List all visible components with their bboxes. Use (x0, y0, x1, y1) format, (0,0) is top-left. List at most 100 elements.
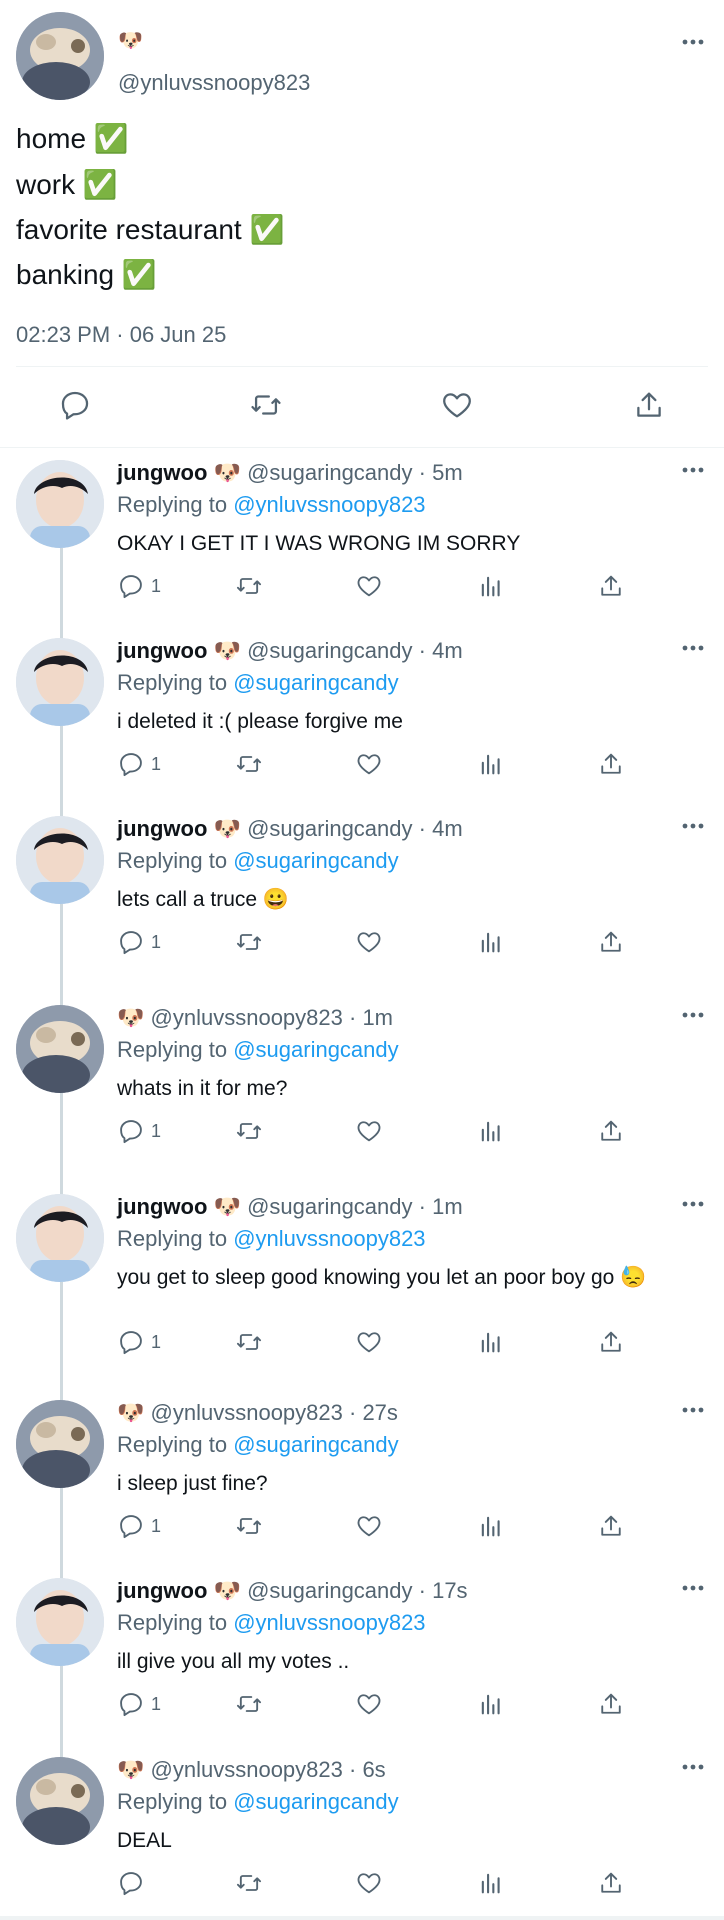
more-options-button[interactable] (678, 32, 708, 52)
share-button[interactable] (597, 928, 625, 956)
reply-button[interactable]: 1 (117, 572, 161, 600)
more-options-button[interactable] (678, 816, 708, 836)
views-button[interactable] (477, 750, 505, 778)
retweet-button[interactable] (235, 928, 263, 956)
share-button[interactable] (632, 388, 666, 427)
reply-button[interactable] (117, 1869, 151, 1897)
time[interactable]: · 5m (419, 460, 463, 485)
like-button[interactable] (355, 1690, 383, 1718)
more-options-button[interactable] (678, 638, 708, 658)
replying-to-link[interactable]: @sugaringcandy (233, 670, 398, 695)
avatar[interactable] (16, 816, 104, 904)
replying-to-link[interactable]: @sugaringcandy (233, 1037, 398, 1062)
reply-button[interactable]: 1 (117, 1328, 161, 1356)
handle[interactable]: @sugaringcandy (247, 1194, 412, 1219)
more-options-button[interactable] (678, 1578, 708, 1598)
handle[interactable]: @sugaringcandy (247, 816, 412, 841)
retweet-button[interactable] (248, 388, 284, 427)
share-button[interactable] (597, 750, 625, 778)
more-options-button[interactable] (678, 1194, 708, 1214)
time[interactable]: · 1m (419, 1194, 463, 1219)
handle[interactable]: @ynluvssnoopy823 (151, 1400, 343, 1425)
share-button[interactable] (597, 1117, 625, 1145)
views-button[interactable] (477, 572, 505, 600)
share-button[interactable] (597, 1869, 625, 1897)
reply-button[interactable]: 1 (117, 750, 161, 778)
share-button[interactable] (597, 1690, 625, 1718)
like-button[interactable] (355, 928, 383, 956)
time[interactable]: · 17s (419, 1578, 468, 1603)
time[interactable]: · 4m (419, 638, 463, 663)
retweet-button[interactable] (235, 1690, 263, 1718)
replying-to-link[interactable]: @ynluvssnoopy823 (233, 1610, 425, 1635)
display-name[interactable]: jungwoo (117, 460, 207, 485)
display-name[interactable]: jungwoo (117, 638, 207, 663)
reply-button[interactable]: 1 (117, 928, 161, 956)
retweet-button[interactable] (235, 572, 263, 600)
time[interactable]: · 1m (349, 1005, 393, 1030)
reply-tweet[interactable]: 🐶 @ynluvssnoopy823 · 27s Replying to @sug… (0, 1400, 724, 1552)
avatar[interactable] (16, 1578, 104, 1666)
avatar[interactable] (16, 1194, 104, 1282)
replying-to-link[interactable]: @ynluvssnoopy823 (233, 492, 425, 517)
handle[interactable]: @sugaringcandy (247, 1578, 412, 1603)
reply-button[interactable]: 1 (117, 1690, 161, 1718)
main-handle[interactable]: @ynluvssnoopy823 (118, 70, 310, 96)
avatar[interactable] (16, 1005, 104, 1093)
time[interactable]: · 4m (419, 816, 463, 841)
retweet-button[interactable] (235, 1512, 263, 1540)
reply-tweet[interactable]: 🐶 @ynluvssnoopy823 · 6s Replying to @suga… (0, 1757, 724, 1909)
time[interactable]: · 6s (349, 1757, 386, 1782)
more-options-button[interactable] (678, 1757, 708, 1777)
avatar[interactable] (16, 1757, 104, 1845)
like-button[interactable] (355, 1117, 383, 1145)
display-name[interactable]: jungwoo (117, 816, 207, 841)
views-button[interactable] (477, 1328, 505, 1356)
share-button[interactable] (597, 572, 625, 600)
retweet-button[interactable] (235, 750, 263, 778)
timestamp[interactable]: 02:23 PM · 06 Jun 25 (16, 322, 226, 348)
views-button[interactable] (477, 1690, 505, 1718)
more-options-button[interactable] (678, 1400, 708, 1420)
retweet-button[interactable] (235, 1117, 263, 1145)
replying-to-link[interactable]: @sugaringcandy (233, 1432, 398, 1457)
views-button[interactable] (477, 1512, 505, 1540)
like-button[interactable] (440, 388, 474, 427)
display-name[interactable]: jungwoo (117, 1194, 207, 1219)
like-button[interactable] (355, 1869, 383, 1897)
avatar[interactable] (16, 460, 104, 548)
like-button[interactable] (355, 1512, 383, 1540)
handle[interactable]: @ynluvssnoopy823 (151, 1005, 343, 1030)
reply-tweet[interactable]: jungwoo 🐶 @sugaringcandy · 1m Replying to… (0, 1194, 724, 1368)
more-options-button[interactable] (678, 460, 708, 480)
avatar[interactable] (16, 12, 104, 100)
reply-tweet[interactable]: jungwoo 🐶 @sugaringcandy · 5m Replying to… (0, 460, 724, 612)
reply-tweet[interactable]: 🐶 @ynluvssnoopy823 · 1m Replying to @suga… (0, 1005, 724, 1157)
reply-tweet[interactable]: jungwoo 🐶 @sugaringcandy · 4m Replying to… (0, 816, 724, 968)
time[interactable]: · 27s (349, 1400, 398, 1425)
share-button[interactable] (597, 1512, 625, 1540)
reply-tweet[interactable]: jungwoo 🐶 @sugaringcandy · 17s Replying t… (0, 1578, 724, 1730)
retweet-button[interactable] (235, 1869, 263, 1897)
retweet-button[interactable] (235, 1328, 263, 1356)
replying-to-link[interactable]: @sugaringcandy (233, 848, 398, 873)
reply-button[interactable] (58, 388, 92, 427)
replying-to-link[interactable]: @sugaringcandy (233, 1789, 398, 1814)
handle[interactable]: @ynluvssnoopy823 (151, 1757, 343, 1782)
views-button[interactable] (477, 928, 505, 956)
share-button[interactable] (597, 1328, 625, 1356)
views-button[interactable] (477, 1117, 505, 1145)
views-button[interactable] (477, 1869, 505, 1897)
display-name[interactable]: jungwoo (117, 1578, 207, 1603)
reply-tweet[interactable]: jungwoo 🐶 @sugaringcandy · 4m Replying to… (0, 638, 724, 790)
like-button[interactable] (355, 1328, 383, 1356)
avatar[interactable] (16, 1400, 104, 1488)
handle[interactable]: @sugaringcandy (247, 638, 412, 663)
like-button[interactable] (355, 572, 383, 600)
replying-to-link[interactable]: @ynluvssnoopy823 (233, 1226, 425, 1251)
like-button[interactable] (355, 750, 383, 778)
more-options-button[interactable] (678, 1005, 708, 1025)
avatar[interactable] (16, 638, 104, 726)
reply-button[interactable]: 1 (117, 1512, 161, 1540)
handle[interactable]: @sugaringcandy (247, 460, 412, 485)
